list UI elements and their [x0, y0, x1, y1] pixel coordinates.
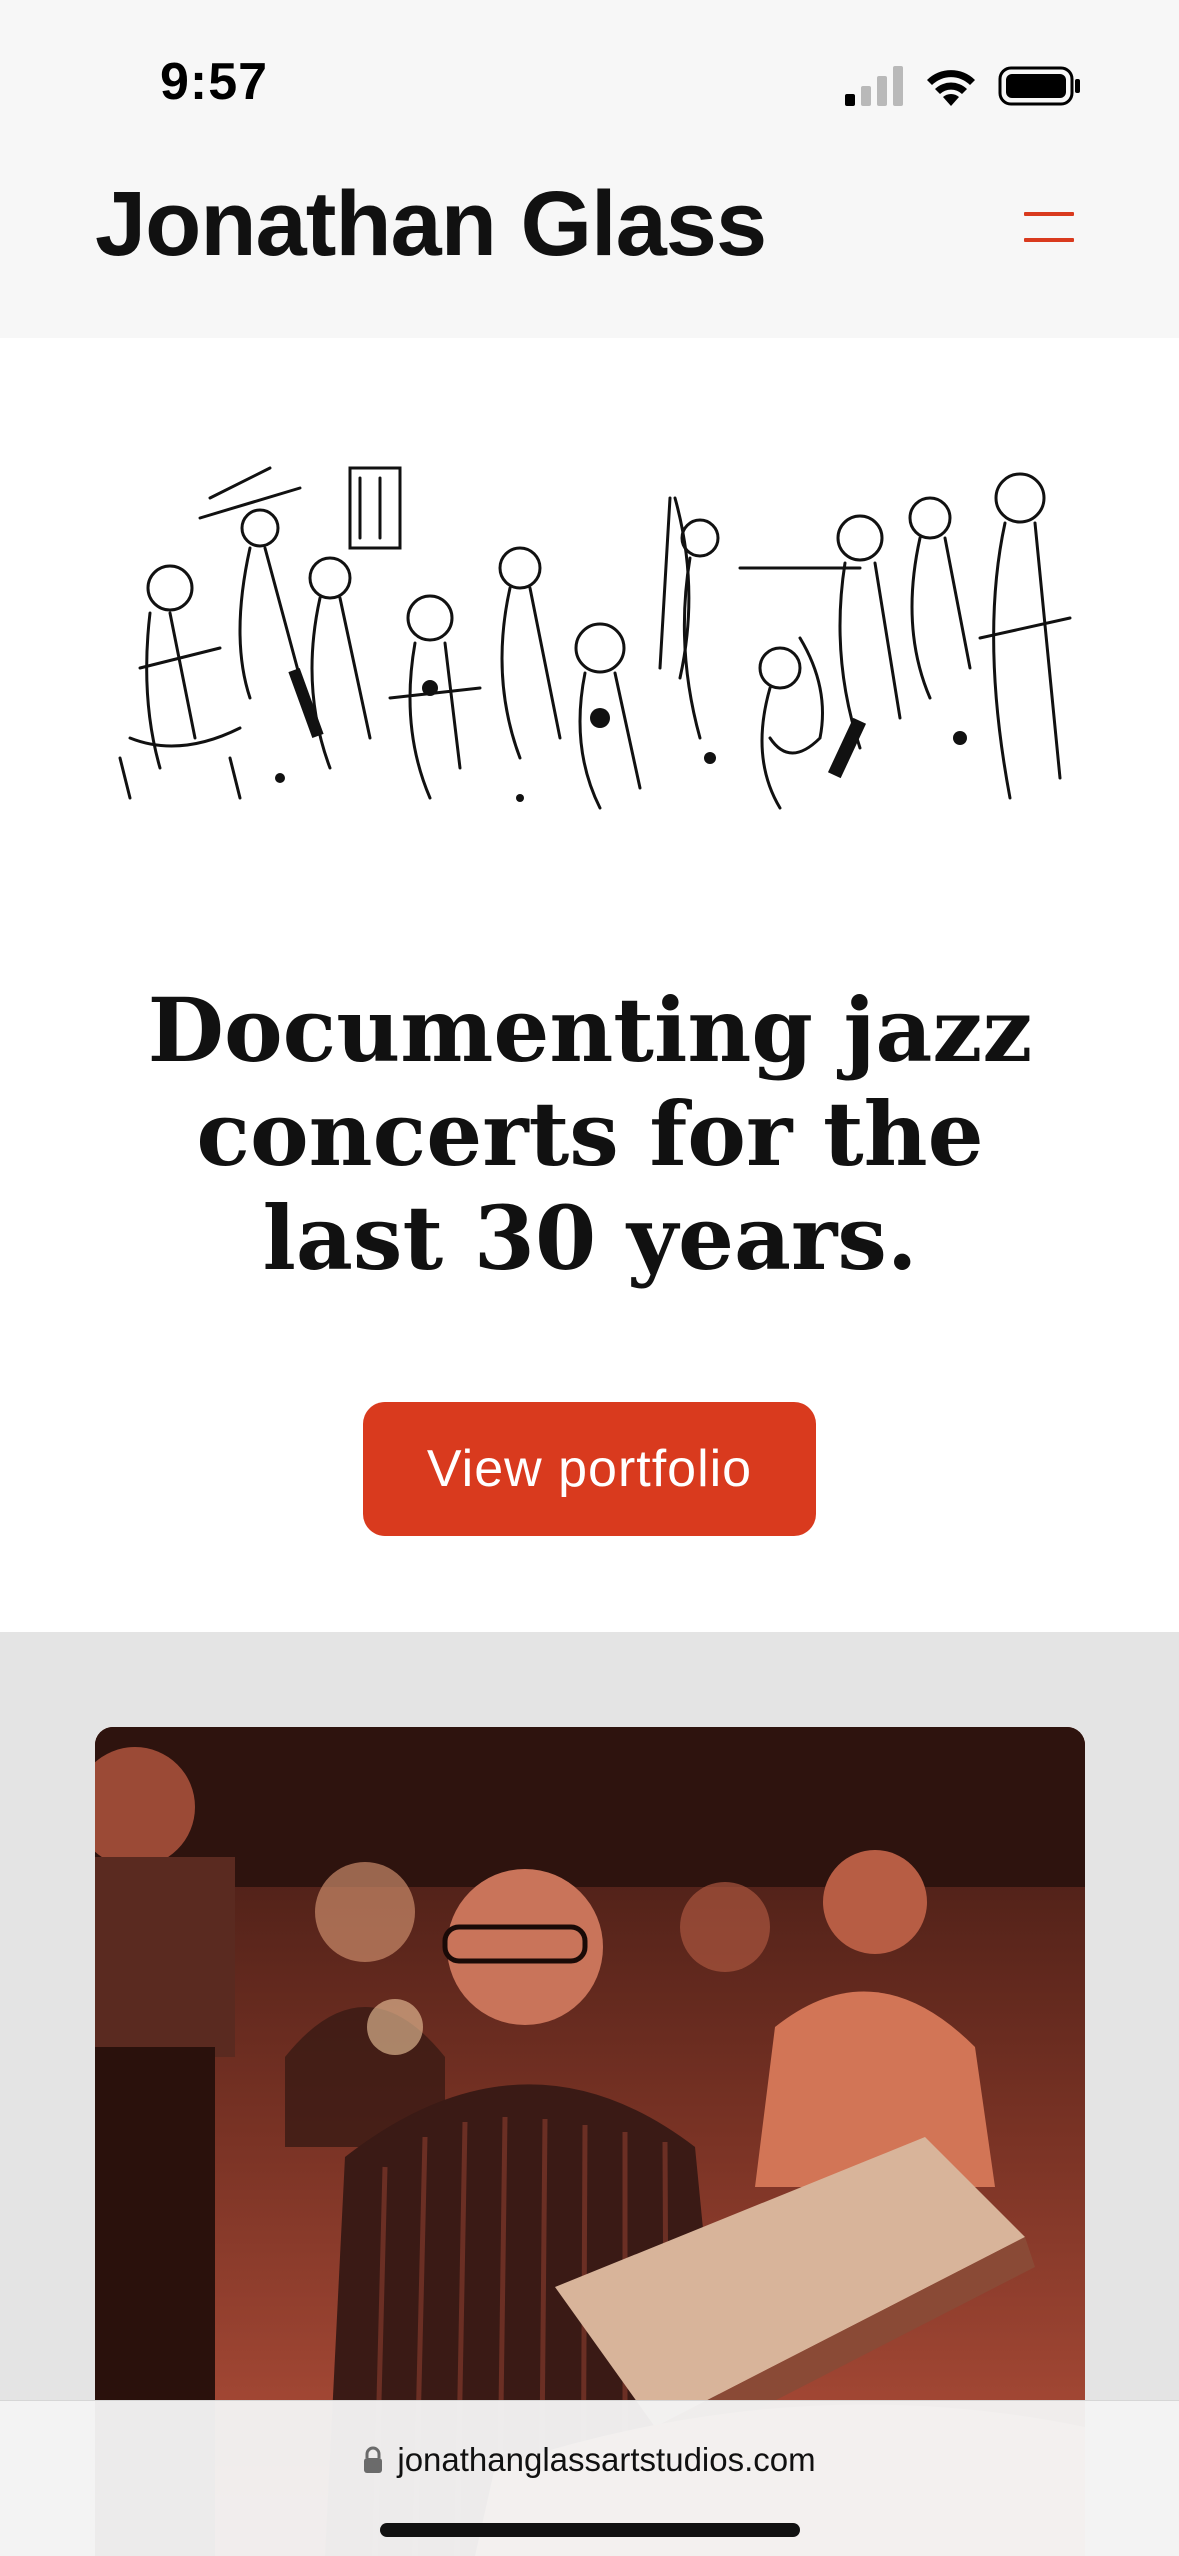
battery-icon	[998, 66, 1080, 106]
lock-icon	[364, 2446, 383, 2473]
status-time: 9:57	[160, 53, 269, 111]
jazz-musicians-sketch-image	[118, 466, 1072, 810]
hero-section: Documenting jazz concerts for the last 3…	[0, 338, 1179, 1632]
site-header: Jonathan Glass	[0, 160, 1179, 338]
home-indicator[interactable]	[380, 2523, 800, 2537]
wifi-icon	[927, 70, 975, 106]
hero-headline: Documenting jazz concerts for the last 3…	[147, 978, 1033, 1290]
view-portfolio-button[interactable]: View portfolio	[363, 1402, 816, 1536]
url-text[interactable]: jonathanglassartstudios.com	[397, 2441, 815, 2479]
site-title[interactable]: Jonathan Glass	[95, 172, 767, 277]
menu-button[interactable]	[1016, 204, 1076, 252]
browser-url-bar[interactable]: jonathanglassartstudios.com	[0, 2400, 1179, 2556]
status-bar: 9:57	[0, 0, 1179, 160]
url-container[interactable]: jonathanglassartstudios.com	[0, 2441, 1179, 2479]
cellular-signal-icon	[845, 66, 903, 106]
